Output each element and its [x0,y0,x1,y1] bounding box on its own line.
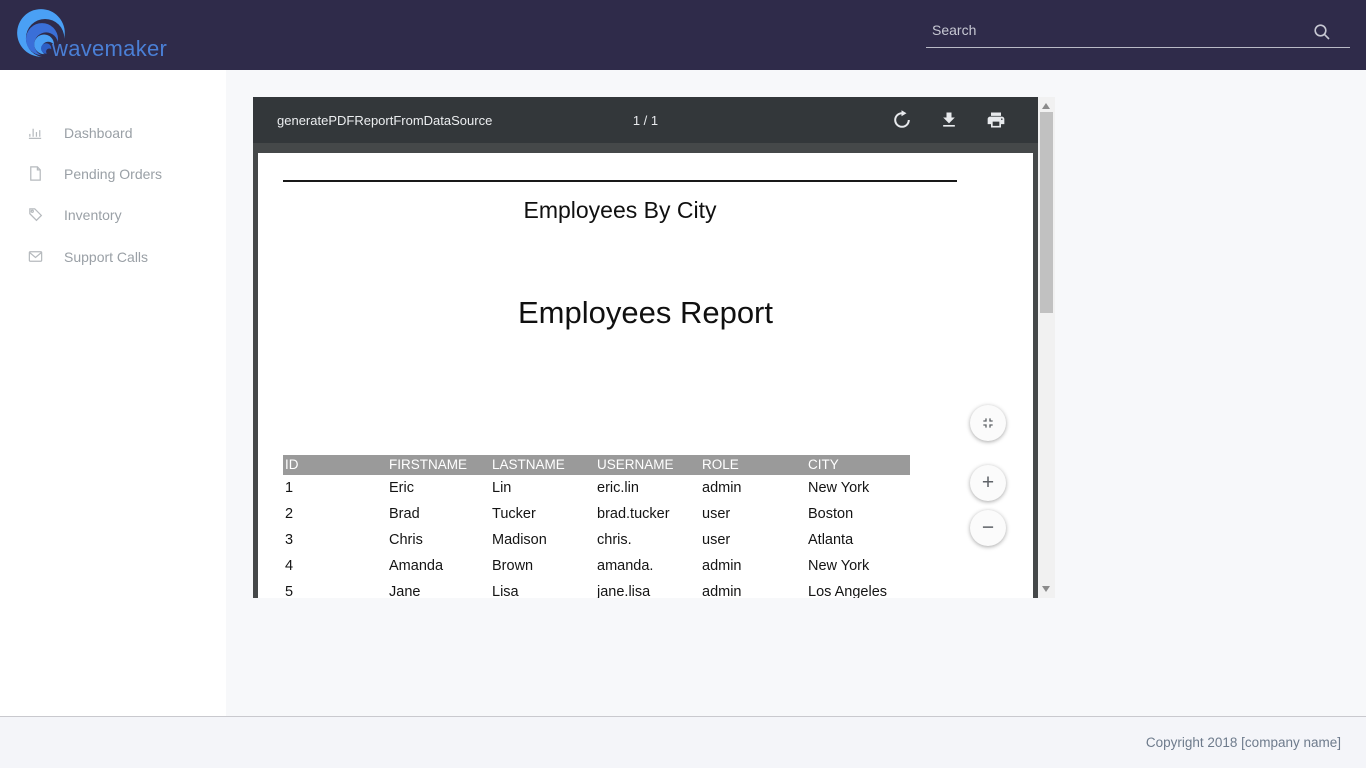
search-box [926,18,1350,48]
print-button[interactable] [986,110,1006,130]
table-header-row: ID FIRSTNAME LASTNAME USERNAME ROLE CITY [283,455,910,475]
table-cell: Brad [387,501,490,527]
download-button[interactable] [939,110,959,130]
table-cell: 1 [283,475,387,501]
table-cell: Jane [387,579,490,598]
table-cell: admin [700,553,806,579]
sidebar-item-dashboard[interactable]: Dashboard [0,112,226,153]
table-cell: Eric [387,475,490,501]
sidebar: Dashboard Pending Orders Inventory Suppo… [0,70,226,716]
fit-to-page-icon [980,415,996,431]
table-row: 5 Jane Lisa jane.lisa admin Los Angeles [283,579,910,598]
employees-table: ID FIRSTNAME LASTNAME USERNAME ROLE CITY… [283,455,910,598]
bar-chart-icon [27,124,44,141]
pdf-document-title: generatePDFReportFromDataSource [277,113,492,128]
zoom-out-button[interactable]: − [970,510,1006,546]
table-cell: Brown [490,553,595,579]
sidebar-item-label: Dashboard [64,125,133,141]
table-cell: brad.tucker [595,501,700,527]
table-cell: Los Angeles [806,579,910,598]
print-icon [986,110,1006,130]
copyright-text: Copyright 2018 [company name] [1146,717,1341,768]
table-cell: New York [806,553,910,579]
table-cell: admin [700,475,806,501]
rotate-icon [892,110,912,130]
envelope-icon [27,248,44,265]
table-row: 1 Eric Lin eric.lin admin New York [283,475,910,501]
table-cell: user [700,527,806,553]
pdf-page: Employees By City Employees Report ID FI… [258,153,1033,598]
table-cell: 4 [283,553,387,579]
report-title: Employees Report [258,295,1033,331]
scroll-up-arrow-icon[interactable] [1042,103,1050,109]
sidebar-item-inventory[interactable]: Inventory [0,194,226,235]
brand-name: wavemaker [52,36,167,62]
table-cell: Lin [490,475,595,501]
table-row: 3 Chris Madison chris. user Atlanta [283,527,910,553]
sidebar-item-pending-orders[interactable]: Pending Orders [0,153,226,194]
column-header: FIRSTNAME [387,455,490,475]
column-header: LASTNAME [490,455,595,475]
table-cell: Tucker [490,501,595,527]
table-cell: Atlanta [806,527,910,553]
table-cell: 5 [283,579,387,598]
table-cell: Madison [490,527,595,553]
column-header: ROLE [700,455,806,475]
document-header-title: Employees By City [283,197,957,224]
table-cell: user [700,501,806,527]
table-cell: New York [806,475,910,501]
rotate-button[interactable] [892,110,912,130]
pdf-body: Employees By City Employees Report ID FI… [253,143,1038,598]
app-header: wavemaker [0,0,1366,70]
table-cell: Chris [387,527,490,553]
pdf-scrollbar[interactable] [1038,97,1055,598]
table-cell: amanda. [595,553,700,579]
table-row: 2 Brad Tucker brad.tucker user Boston [283,501,910,527]
pdf-viewer: 1 / 1 generatePDFReportFromDataSource [253,97,1055,598]
column-header: CITY [806,455,910,475]
search-icon[interactable] [1312,22,1332,42]
table-cell: Boston [806,501,910,527]
table-cell: chris. [595,527,700,553]
table-cell: 2 [283,501,387,527]
column-header: USERNAME [595,455,700,475]
download-icon [939,110,959,130]
zoom-in-button[interactable]: + [970,465,1006,501]
scrollbar-thumb[interactable] [1040,112,1053,313]
document-icon [27,165,44,182]
table-cell: Lisa [490,579,595,598]
sidebar-item-label: Support Calls [64,249,148,265]
document-header-rule [283,180,957,182]
table-cell: eric.lin [595,475,700,501]
table-row: 4 Amanda Brown amanda. admin New York [283,553,910,579]
sidebar-item-label: Inventory [64,207,122,223]
table-cell: 3 [283,527,387,553]
fit-to-page-button[interactable] [970,405,1006,441]
sidebar-item-label: Pending Orders [64,166,162,182]
table-cell: Amanda [387,553,490,579]
table-cell: admin [700,579,806,598]
scroll-down-arrow-icon[interactable] [1042,586,1050,592]
pdf-toolbar-actions [892,110,1006,130]
tag-icon [27,206,44,223]
table-cell: jane.lisa [595,579,700,598]
column-header: ID [283,455,387,475]
sidebar-item-support-calls[interactable]: Support Calls [0,236,226,277]
search-input[interactable] [926,18,1350,47]
app-footer: Copyright 2018 [company name] [0,716,1366,768]
pdf-toolbar: 1 / 1 generatePDFReportFromDataSource [253,97,1038,143]
